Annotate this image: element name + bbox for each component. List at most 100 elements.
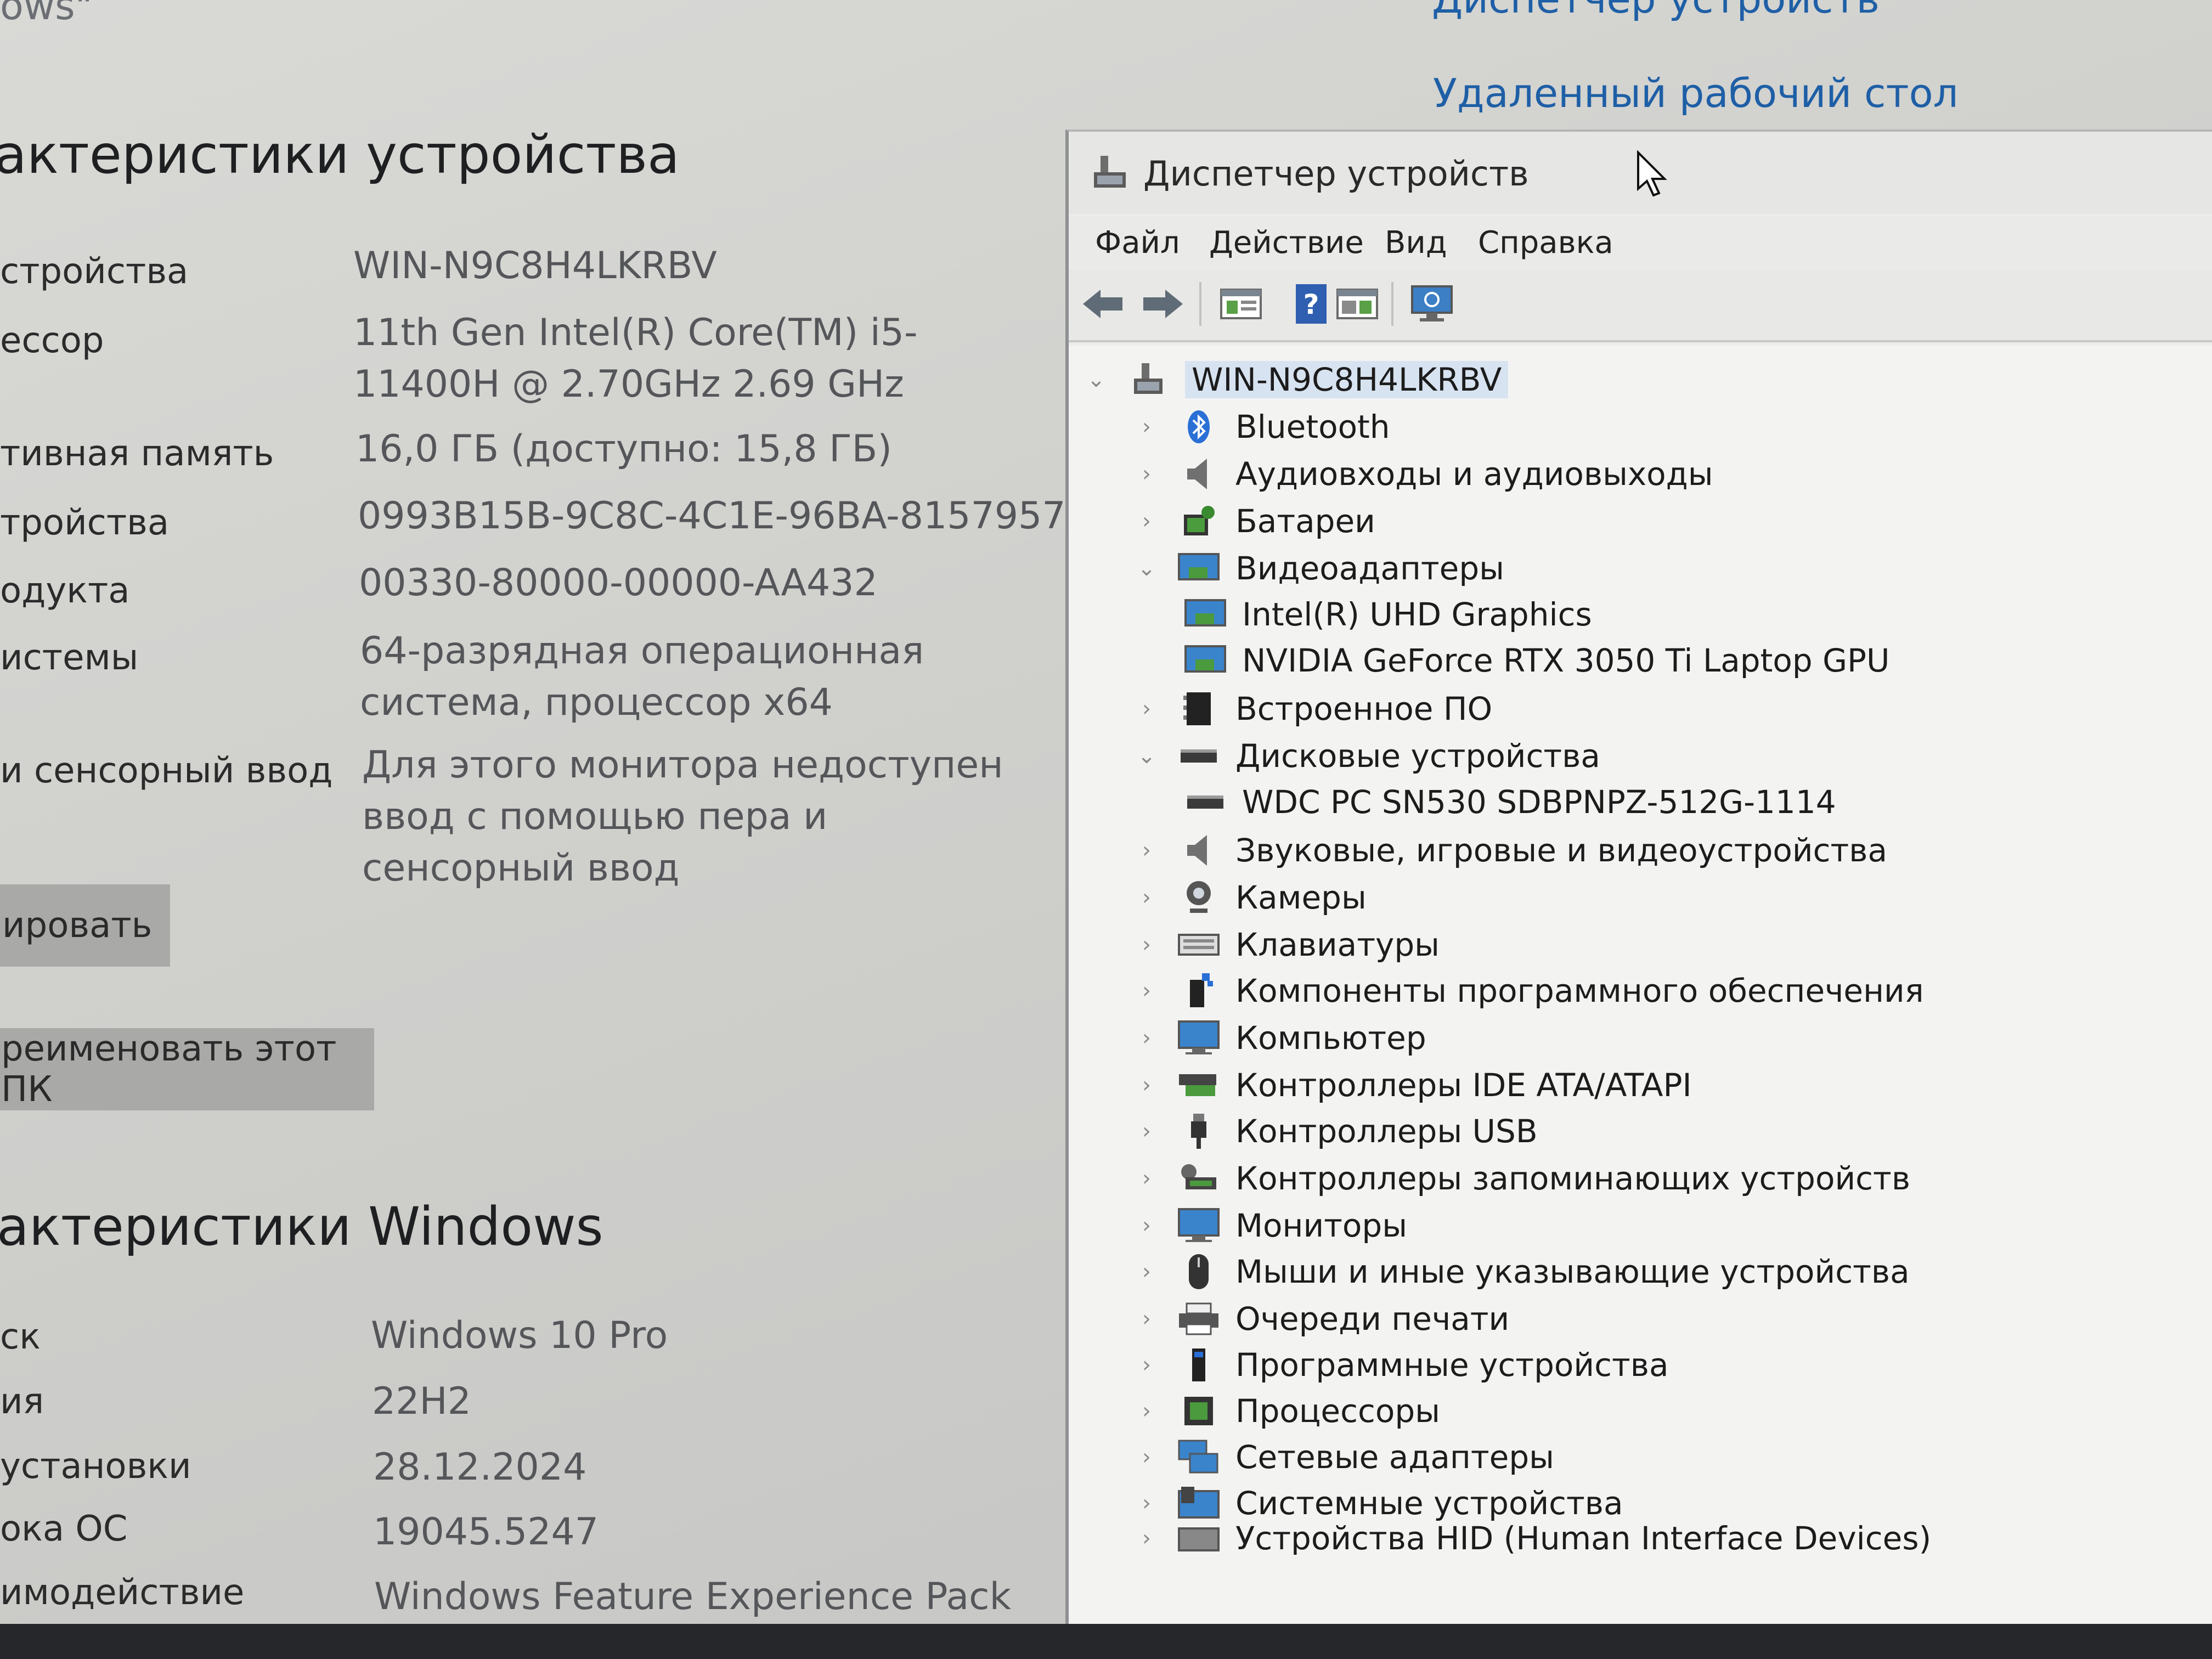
- chevron-right-icon[interactable]: ›: [1136, 1166, 1158, 1191]
- speaker-icon: [1177, 455, 1220, 493]
- software-device-icon: [1177, 1346, 1220, 1384]
- chevron-right-icon[interactable]: ›: [1136, 1526, 1158, 1551]
- tree-item[interactable]: › Компьютер: [1136, 1016, 1426, 1060]
- menu-action[interactable]: Действие: [1209, 225, 1364, 261]
- tree-item-label: Очереди печати: [1235, 1300, 1510, 1338]
- spec-value: 0993B15B-9C8C-4C1E-96BA-8157957B394F: [358, 494, 1184, 538]
- properties-icon[interactable]: [1218, 281, 1264, 327]
- tree-item[interactable]: › Контроллеры запоминающих устройств: [1136, 1156, 1910, 1200]
- help-icon[interactable]: ?: [1288, 281, 1334, 327]
- tree-item[interactable]: WDC PC SN530 SDBPNPZ-512G-1114: [1184, 780, 1836, 824]
- tree-item[interactable]: › Мониторы: [1136, 1204, 1407, 1248]
- windows-specs-heading: актеристики Windows: [0, 1196, 603, 1257]
- chevron-right-icon[interactable]: ›: [1136, 978, 1158, 1003]
- device-manager-link[interactable]: Диспетчер устройств: [1432, 0, 1880, 22]
- system-devices-icon: [1177, 1484, 1220, 1522]
- tree-item-label: Камеры: [1235, 879, 1367, 916]
- tree-item[interactable]: › Камеры: [1136, 876, 1367, 919]
- tree-item-label: Клавиатуры: [1235, 926, 1440, 963]
- display-adapter-icon: [1184, 595, 1227, 634]
- tree-item[interactable]: › Процессоры: [1136, 1389, 1440, 1433]
- tree-item[interactable]: › Системные устройства: [1136, 1481, 1623, 1525]
- chevron-down-icon[interactable]: ⌄: [1085, 367, 1107, 392]
- tree-item-label: Сетевые адаптеры: [1235, 1438, 1554, 1476]
- spec-value: Windows Feature Experience Pack: [374, 1575, 1011, 1618]
- copy-button-label: ировать: [2, 905, 153, 946]
- spec-label: ск: [0, 1317, 41, 1357]
- spec-value: WIN-N9C8H4LKRBV: [353, 244, 717, 287]
- tree-item[interactable]: › Компоненты программного обеспечения: [1136, 969, 1924, 1013]
- chevron-right-icon[interactable]: ›: [1136, 1119, 1158, 1144]
- tree-item[interactable]: › Программные устройства: [1136, 1343, 1669, 1387]
- tree-item[interactable]: › Батареи: [1136, 499, 1375, 543]
- computer-icon: [1177, 1019, 1220, 1057]
- keyboard-icon: [1177, 926, 1220, 964]
- spec-value: 19045.5247: [373, 1510, 599, 1554]
- update-driver-icon[interactable]: [1334, 281, 1380, 327]
- spec-value: 64-разрядная операционная система, проце…: [360, 629, 924, 724]
- spec-value: Windows 10 Pro: [371, 1314, 668, 1357]
- chevron-right-icon[interactable]: ›: [1136, 696, 1158, 721]
- toolbar: ?: [1069, 269, 2212, 342]
- tree-item[interactable]: › Контроллеры IDE ATA/ATAPI: [1136, 1063, 1692, 1107]
- display-adapter-icon: [1177, 549, 1220, 588]
- back-arrow-icon[interactable]: [1080, 281, 1126, 327]
- rename-pc-button[interactable]: реименовать этот ПК: [0, 1028, 374, 1110]
- tree-item-label: Батареи: [1235, 503, 1375, 540]
- chevron-right-icon[interactable]: ›: [1136, 1025, 1158, 1051]
- menu-view[interactable]: Вид: [1385, 225, 1447, 261]
- hid-icon: [1177, 1522, 1220, 1555]
- tree-item-label: Мониторы: [1235, 1207, 1408, 1244]
- chevron-right-icon[interactable]: ›: [1136, 1491, 1158, 1516]
- tree-item-label: Программные устройства: [1235, 1346, 1669, 1384]
- chevron-down-icon[interactable]: ⌄: [1136, 743, 1158, 769]
- tree-item[interactable]: › Клавиатуры: [1136, 923, 1440, 967]
- speaker-icon: [1177, 831, 1220, 870]
- chevron-right-icon[interactable]: ›: [1136, 1213, 1158, 1238]
- chevron-right-icon[interactable]: ›: [1136, 509, 1158, 534]
- tree-item[interactable]: › Устройства HID (Human Interface Device…: [1136, 1522, 1931, 1555]
- tree-item[interactable]: › Очереди печати: [1136, 1297, 1509, 1341]
- spec-value: Для этого монитора недоступен ввод с пом…: [362, 743, 1003, 890]
- scan-monitor-icon[interactable]: [1409, 281, 1455, 327]
- tree-item-label: Дисковые устройства: [1235, 737, 1600, 775]
- tree-item[interactable]: › Сетевые адаптеры: [1136, 1435, 1554, 1479]
- chevron-down-icon[interactable]: ⌄: [1136, 556, 1158, 581]
- remote-desktop-link[interactable]: Удаленный рабочий стол: [1433, 70, 1959, 116]
- tree-item[interactable]: › Звуковые, игровые и видеоустройства: [1136, 828, 1887, 872]
- tree-root[interactable]: ⌄ WIN-N9C8H4LKRBV: [1085, 358, 1509, 402]
- tree-item[interactable]: › Мыши и иные указывающие устройства: [1136, 1250, 1910, 1294]
- spec-value: 11th Gen Intel(R) Core(TM) i5-11400H @ 2…: [353, 311, 918, 406]
- menu-file[interactable]: Файл: [1095, 225, 1180, 261]
- tree-item[interactable]: NVIDIA GeForce RTX 3050 Ti Laptop GPU: [1184, 639, 1889, 682]
- tree-item[interactable]: ⌄ Дисковые устройства: [1136, 734, 1600, 778]
- chevron-right-icon[interactable]: ›: [1136, 1352, 1158, 1378]
- tree-item[interactable]: › Bluetooth: [1136, 405, 1390, 449]
- spec-label: истемы: [0, 637, 139, 678]
- tree-item[interactable]: ⌄ Видеоадаптеры: [1136, 546, 1504, 590]
- usb-icon: [1177, 1112, 1220, 1150]
- menu-help[interactable]: Справка: [1478, 225, 1613, 261]
- tree-item-label: Контроллеры IDE ATA/ATAPI: [1235, 1066, 1692, 1104]
- software-component-icon: [1177, 972, 1220, 1010]
- copy-button[interactable]: ировать: [0, 884, 170, 967]
- tree-item[interactable]: › Встроенное ПО: [1136, 687, 1492, 731]
- chevron-right-icon[interactable]: ›: [1136, 1398, 1158, 1424]
- disk-drive-icon: [1177, 737, 1220, 775]
- chevron-right-icon[interactable]: ›: [1136, 838, 1158, 863]
- tree-item[interactable]: Intel(R) UHD Graphics: [1184, 592, 1592, 636]
- chevron-right-icon[interactable]: ›: [1136, 461, 1158, 487]
- tree-item[interactable]: › Аудиовходы и аудиовыходы: [1136, 452, 1713, 496]
- chevron-right-icon[interactable]: ›: [1136, 1444, 1158, 1470]
- forward-arrow-icon[interactable]: [1140, 281, 1186, 327]
- chevron-right-icon[interactable]: ›: [1136, 414, 1158, 439]
- chevron-right-icon[interactable]: ›: [1136, 885, 1158, 910]
- mouse-icon: [1177, 1252, 1220, 1291]
- spec-value: 16,0 ГБ (доступно: 15,8 ГБ): [356, 427, 892, 471]
- chevron-right-icon[interactable]: ›: [1136, 932, 1158, 957]
- device-manager-window: Диспетчер устройств Файл Действие Вид Сп…: [1065, 129, 2212, 1624]
- chevron-right-icon[interactable]: ›: [1136, 1073, 1158, 1098]
- chevron-right-icon[interactable]: ›: [1136, 1259, 1158, 1284]
- tree-item[interactable]: › Контроллеры USB: [1136, 1109, 1538, 1153]
- chevron-right-icon[interactable]: ›: [1136, 1306, 1158, 1331]
